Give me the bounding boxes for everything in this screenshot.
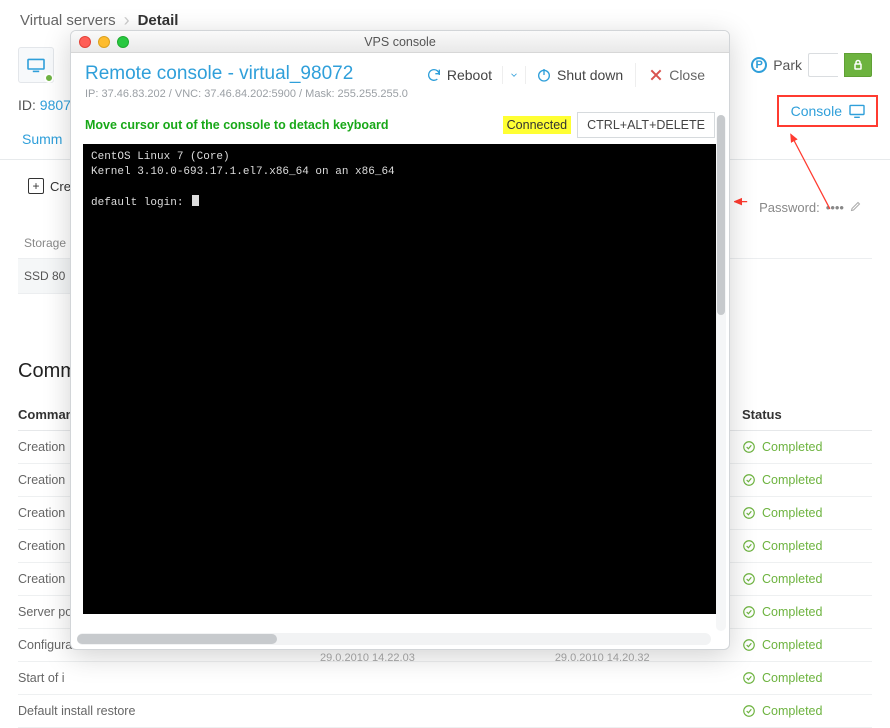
plus-icon: + (28, 178, 44, 194)
status-cell: Completed (742, 497, 872, 530)
status-cell: Completed (742, 695, 872, 728)
server-id-value[interactable]: 9807 (40, 97, 71, 113)
status-cell: Completed (742, 629, 872, 662)
status-cell: Completed (742, 662, 872, 695)
shutdown-button[interactable]: Shut down (526, 63, 633, 87)
console-title: Remote console - virtual_98072 (85, 63, 408, 85)
edit-icon[interactable] (850, 200, 864, 215)
park-input[interactable] (808, 53, 838, 77)
ctrl-alt-del-button[interactable]: CTRL+ALT+DELETE (577, 112, 715, 138)
vertical-scrollbar[interactable] (716, 115, 726, 631)
park-submit-button[interactable] (844, 53, 872, 77)
park-p-icon: P (751, 57, 767, 73)
status-dot-icon (44, 73, 54, 83)
vps-console-window: VPS console Remote console - virtual_980… (70, 30, 730, 650)
breadcrumb-root[interactable]: Virtual servers (20, 12, 116, 29)
horizontal-scrollbar[interactable] (77, 633, 711, 645)
password-field: Password: •••• (759, 200, 864, 215)
window-titlebar[interactable]: VPS console (71, 31, 729, 53)
status-cell: Completed (742, 431, 872, 464)
reboot-button[interactable]: Reboot (416, 63, 502, 87)
chevron-right-icon: › (124, 10, 130, 31)
tab-summary[interactable]: Summ (18, 123, 66, 159)
status-cell: Completed (742, 563, 872, 596)
park-label: P Park (751, 57, 802, 73)
reboot-menu-toggle[interactable] (502, 66, 526, 84)
console-meta: IP: 37.46.83.202 / VNC: 37.46.84.202:590… (85, 88, 408, 100)
timestamps: 29.0.2010 14.22.0329.0.2010 14.20.32 (320, 652, 650, 664)
command-row[interactable]: Default install restore (18, 695, 742, 728)
command-row[interactable]: Start of i (18, 662, 742, 695)
cursor-icon (192, 195, 199, 206)
status-cell: Completed (742, 596, 872, 629)
status-col-header: Status (742, 397, 872, 431)
terminal[interactable]: CentOS Linux 7 (Core) Kernel 3.10.0-693.… (83, 144, 717, 614)
breadcrumb-current: Detail (138, 12, 179, 29)
status-cell: Completed (742, 464, 872, 497)
server-icon (18, 47, 54, 83)
terminal-text: CentOS Linux 7 (Core) Kernel 3.10.0-693.… (91, 151, 395, 209)
console-button[interactable]: Console (777, 95, 878, 127)
password-mask: •••• (826, 200, 844, 215)
scrollbar-thumb[interactable] (717, 115, 725, 315)
detach-hint: Move cursor out of the console to detach… (85, 118, 389, 132)
status-cell: Completed (742, 530, 872, 563)
window-title: VPS console (71, 35, 729, 49)
connection-status: Connected (503, 116, 571, 134)
scrollbar-thumb[interactable] (77, 634, 277, 644)
close-button[interactable]: Close (638, 63, 715, 87)
